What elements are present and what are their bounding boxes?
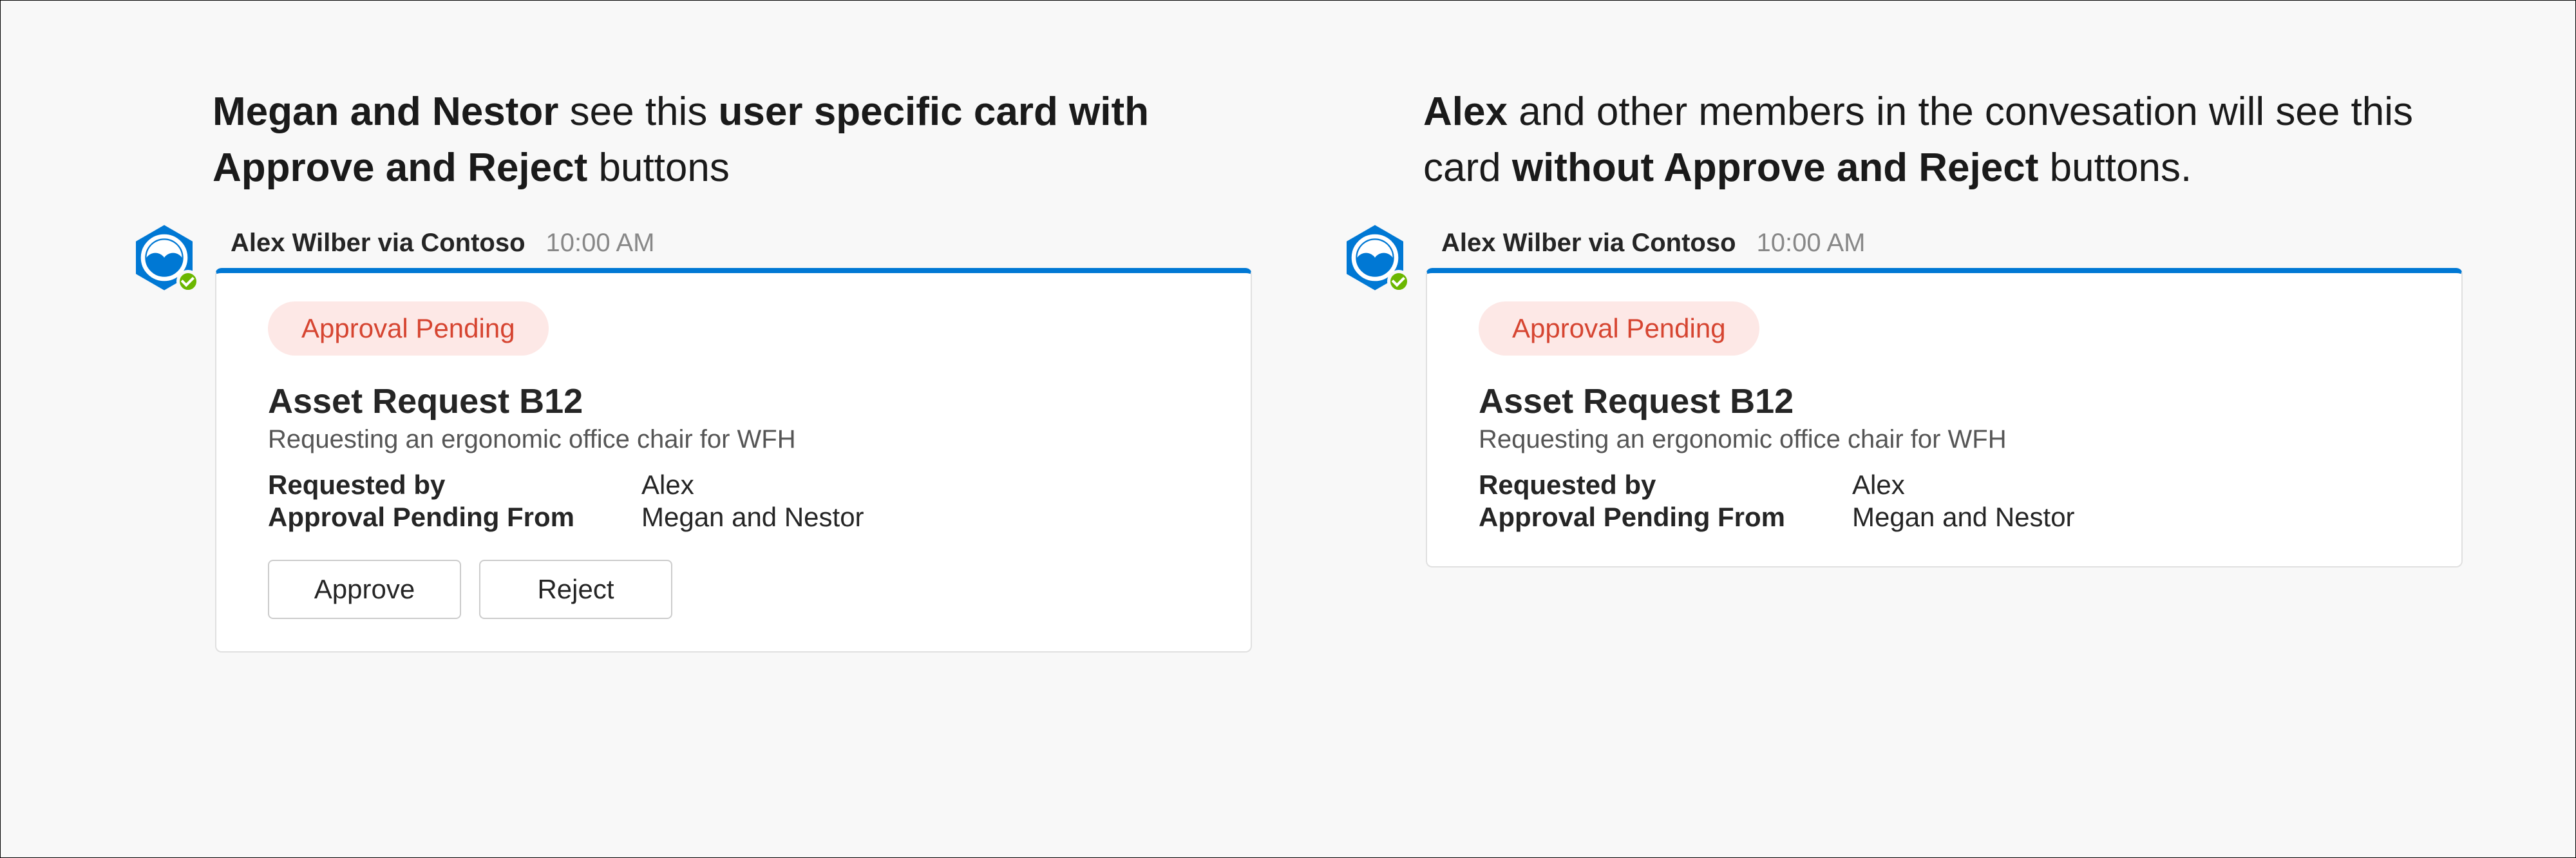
pending-from-label: Approval Pending From xyxy=(1479,502,1852,533)
sender-name: Alex Wilber via Contoso xyxy=(1441,229,1736,258)
status-badge: Approval Pending xyxy=(268,301,549,356)
sender-name: Alex Wilber via Contoso xyxy=(231,229,526,258)
heading-text: buttons. xyxy=(2038,146,2192,190)
card-subtitle: Requesting an ergonomic office chair for… xyxy=(268,425,1199,454)
heading-right: Alex and other members in the convesatio… xyxy=(1423,84,2447,196)
card-title: Asset Request B12 xyxy=(268,381,1199,421)
requested-by-label: Requested by xyxy=(268,470,641,500)
status-badge: Approval Pending xyxy=(1479,301,1759,356)
bot-avatar xyxy=(129,222,200,293)
adaptive-card: Approval Pending Asset Request B12 Reque… xyxy=(1426,268,2463,567)
field-row: Approval Pending From Megan and Nestor xyxy=(268,502,1199,533)
pending-from-value: Megan and Nestor xyxy=(1852,502,2075,533)
requested-by-value: Alex xyxy=(1852,470,1905,500)
card-subtitle: Requesting an ergonomic office chair for… xyxy=(1479,425,2410,454)
card-header: Alex Wilber via Contoso 10:00 AM xyxy=(215,222,1252,268)
message-row: Alex Wilber via Contoso 10:00 AM Approva… xyxy=(1340,222,2447,567)
field-row: Requested by Alex xyxy=(1479,470,2410,500)
heading-text: see this xyxy=(558,90,718,134)
reject-button[interactable]: Reject xyxy=(479,560,672,619)
heading-text: buttons xyxy=(587,146,730,190)
heading-bold: Alex xyxy=(1423,90,1508,134)
card-actions: Approve Reject xyxy=(268,560,1199,619)
column-approvers: Megan and Nestor see this user specific … xyxy=(129,84,1236,774)
field-row: Requested by Alex xyxy=(268,470,1199,500)
message-timestamp: 10:00 AM xyxy=(546,229,655,258)
pending-from-value: Megan and Nestor xyxy=(641,502,864,533)
approve-button[interactable]: Approve xyxy=(268,560,461,619)
card-container: Alex Wilber via Contoso 10:00 AM Approva… xyxy=(215,222,1252,653)
presence-available-icon xyxy=(176,270,200,293)
card-container: Alex Wilber via Contoso 10:00 AM Approva… xyxy=(1426,222,2463,567)
card-title: Asset Request B12 xyxy=(1479,381,2410,421)
card-header: Alex Wilber via Contoso 10:00 AM xyxy=(1426,222,2463,268)
heading-bold: Megan and Nestor xyxy=(213,90,558,134)
column-others: Alex and other members in the convesatio… xyxy=(1340,84,2447,774)
message-timestamp: 10:00 AM xyxy=(1757,229,1866,258)
requested-by-label: Requested by xyxy=(1479,470,1852,500)
requested-by-value: Alex xyxy=(641,470,694,500)
message-row: Alex Wilber via Contoso 10:00 AM Approva… xyxy=(129,222,1236,653)
adaptive-card: Approval Pending Asset Request B12 Reque… xyxy=(215,268,1252,653)
bot-avatar xyxy=(1340,222,1410,293)
field-row: Approval Pending From Megan and Nestor xyxy=(1479,502,2410,533)
pending-from-label: Approval Pending From xyxy=(268,502,641,533)
presence-available-icon xyxy=(1387,270,1410,293)
heading-bold: without Approve and Reject xyxy=(1512,146,2039,190)
heading-left: Megan and Nestor see this user specific … xyxy=(213,84,1236,196)
